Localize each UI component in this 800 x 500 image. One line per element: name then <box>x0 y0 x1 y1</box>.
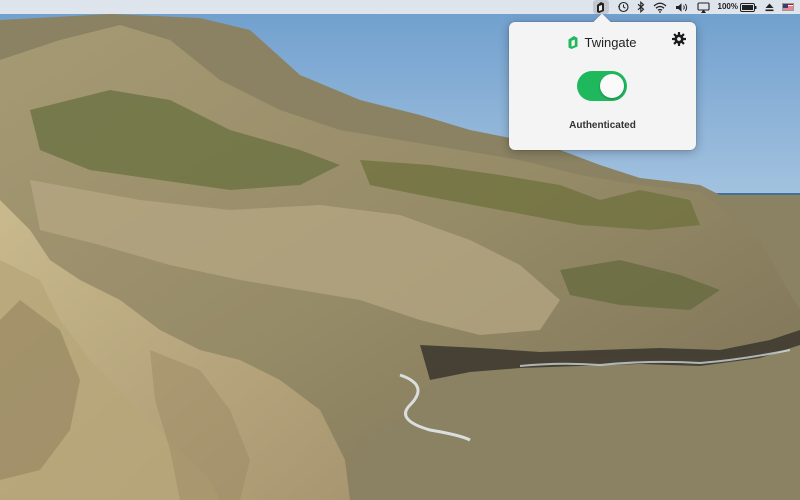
wifi-icon[interactable] <box>653 0 667 14</box>
menu-bar: 100% <box>0 0 800 14</box>
input-source-button[interactable] <box>782 0 794 14</box>
toggle-knob <box>600 74 624 98</box>
settings-button[interactable] <box>671 31 687 47</box>
us-flag-icon <box>782 3 794 11</box>
twingate-popover: Twingate Authenticated <box>509 22 696 150</box>
twingate-icon[interactable] <box>592 0 609 14</box>
airplay-icon[interactable] <box>696 0 710 14</box>
status-label: Authenticated <box>569 120 636 131</box>
time-machine-icon[interactable] <box>617 0 629 14</box>
twingate-logo-icon <box>568 35 578 49</box>
battery-icon <box>740 2 757 12</box>
eject-icon[interactable] <box>765 0 774 14</box>
popover-header: Twingate <box>509 32 696 52</box>
gear-icon <box>672 32 686 46</box>
volume-icon[interactable] <box>675 0 689 14</box>
bluetooth-icon[interactable] <box>637 0 645 14</box>
battery-percent: 100% <box>717 2 738 11</box>
battery-status[interactable]: 100% <box>718 0 757 14</box>
connection-toggle[interactable] <box>577 71 627 101</box>
twingate-brand: Twingate <box>568 34 637 50</box>
app-name: Twingate <box>584 34 637 50</box>
